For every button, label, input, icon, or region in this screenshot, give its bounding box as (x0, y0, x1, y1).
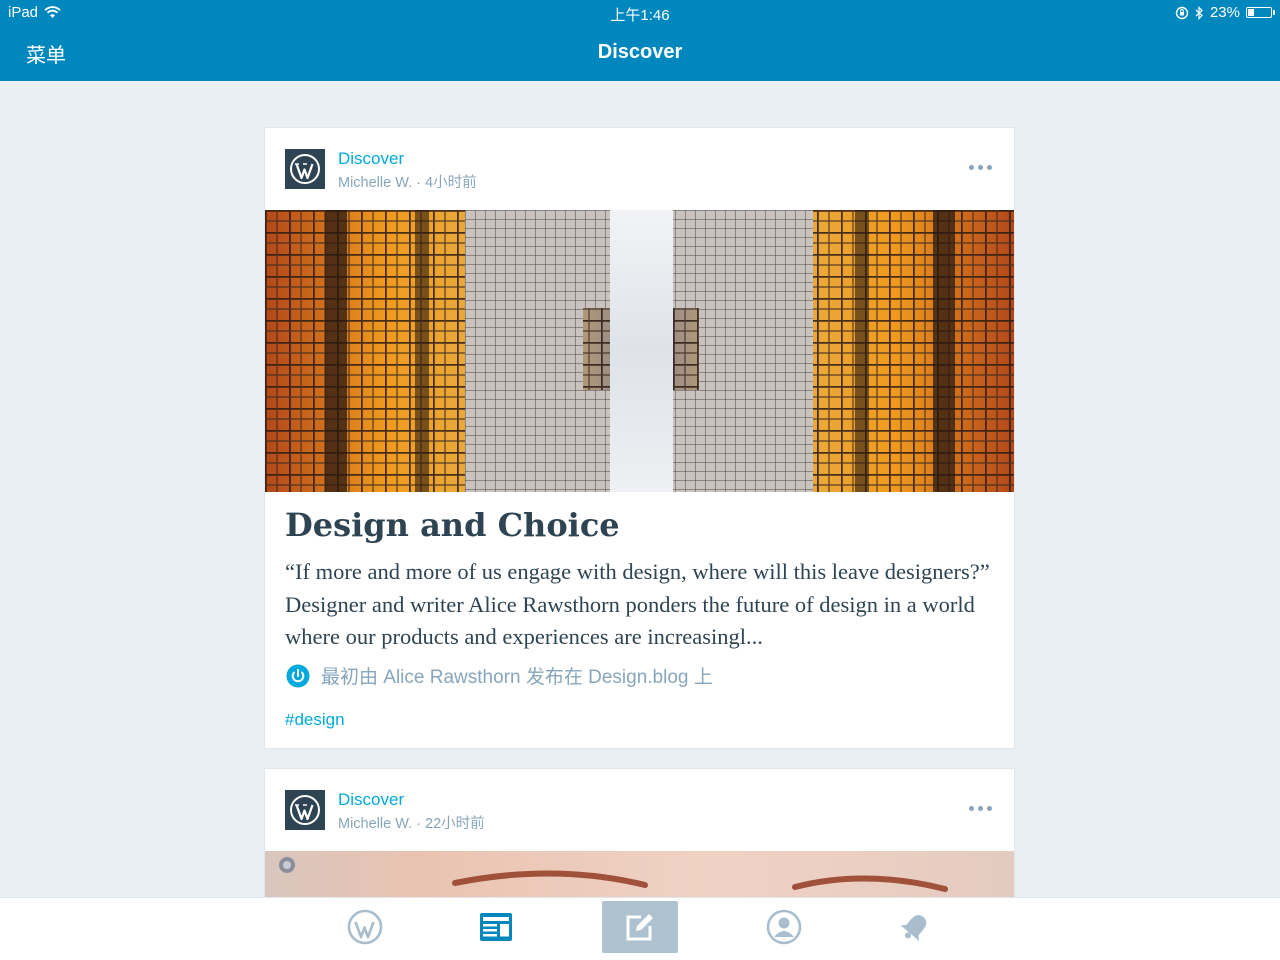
battery-level (1248, 9, 1254, 16)
tab-my-sites[interactable] (327, 901, 403, 953)
more-dot-icon (978, 165, 983, 170)
post-tag[interactable]: #design (285, 710, 345, 730)
more-options-button[interactable] (969, 161, 992, 174)
wordpress-icon (347, 909, 383, 945)
more-dot-icon (978, 806, 983, 811)
site-avatar[interactable] (285, 790, 325, 830)
wordpress-logo-icon (290, 795, 320, 825)
tab-write[interactable] (602, 901, 678, 953)
tab-reader[interactable] (458, 901, 534, 953)
user-icon (766, 909, 802, 945)
more-dot-icon (969, 806, 974, 811)
top-navigation-bar: iPad 上午1:46 23% 菜单 Discover (0, 0, 1280, 81)
more-dot-icon (987, 806, 992, 811)
power-icon (286, 664, 310, 687)
page-title: Discover (597, 41, 683, 63)
status-bar-right: 23% (1175, 4, 1275, 21)
write-icon (626, 914, 653, 941)
tab-notifications[interactable] (877, 901, 953, 953)
post-card-header: Discover Michelle W. · 22小时前 (265, 769, 1014, 851)
post-excerpt: “If more and more of us engage with desi… (285, 559, 990, 649)
post-card[interactable]: Discover Michelle W. · 4小时前 Design and C… (264, 127, 1015, 749)
site-avatar[interactable] (285, 149, 325, 189)
status-time: 上午1:46 (610, 7, 670, 24)
battery-percentage: 23% (1209, 4, 1240, 21)
source-text: 最初由 Alice Rawsthorn 发布在 Design.blog 上 (321, 667, 713, 688)
post-title[interactable]: Design and Choice (285, 506, 620, 544)
rotation-lock-icon (1175, 6, 1189, 19)
post-card[interactable]: Discover Michelle W. · 22小时前 (264, 768, 1015, 908)
post-card-header: Discover Michelle W. · 4小时前 (265, 128, 1014, 210)
more-dot-icon (969, 165, 974, 170)
bell-icon (900, 914, 927, 941)
site-name-link[interactable]: Discover (338, 790, 404, 810)
more-dot-icon (987, 165, 992, 170)
post-byline: Michelle W. · 22小时前 (338, 816, 485, 832)
site-name-link[interactable]: Discover (338, 149, 404, 169)
wordpress-logo-icon (290, 154, 320, 184)
more-options-button[interactable] (969, 802, 992, 815)
reader-icon (480, 913, 512, 941)
buildings-photo (265, 210, 1014, 492)
battery-icon (1246, 7, 1275, 18)
source-attribution[interactable]: 最初由 Alice Rawsthorn 发布在 Design.blog 上 (285, 662, 713, 689)
post-byline: Michelle W. · 4小时前 (338, 175, 477, 191)
bottom-tab-bar (0, 897, 1280, 960)
bluetooth-icon (1195, 5, 1203, 20)
tab-me[interactable] (746, 901, 822, 953)
featured-image[interactable] (265, 210, 1014, 492)
